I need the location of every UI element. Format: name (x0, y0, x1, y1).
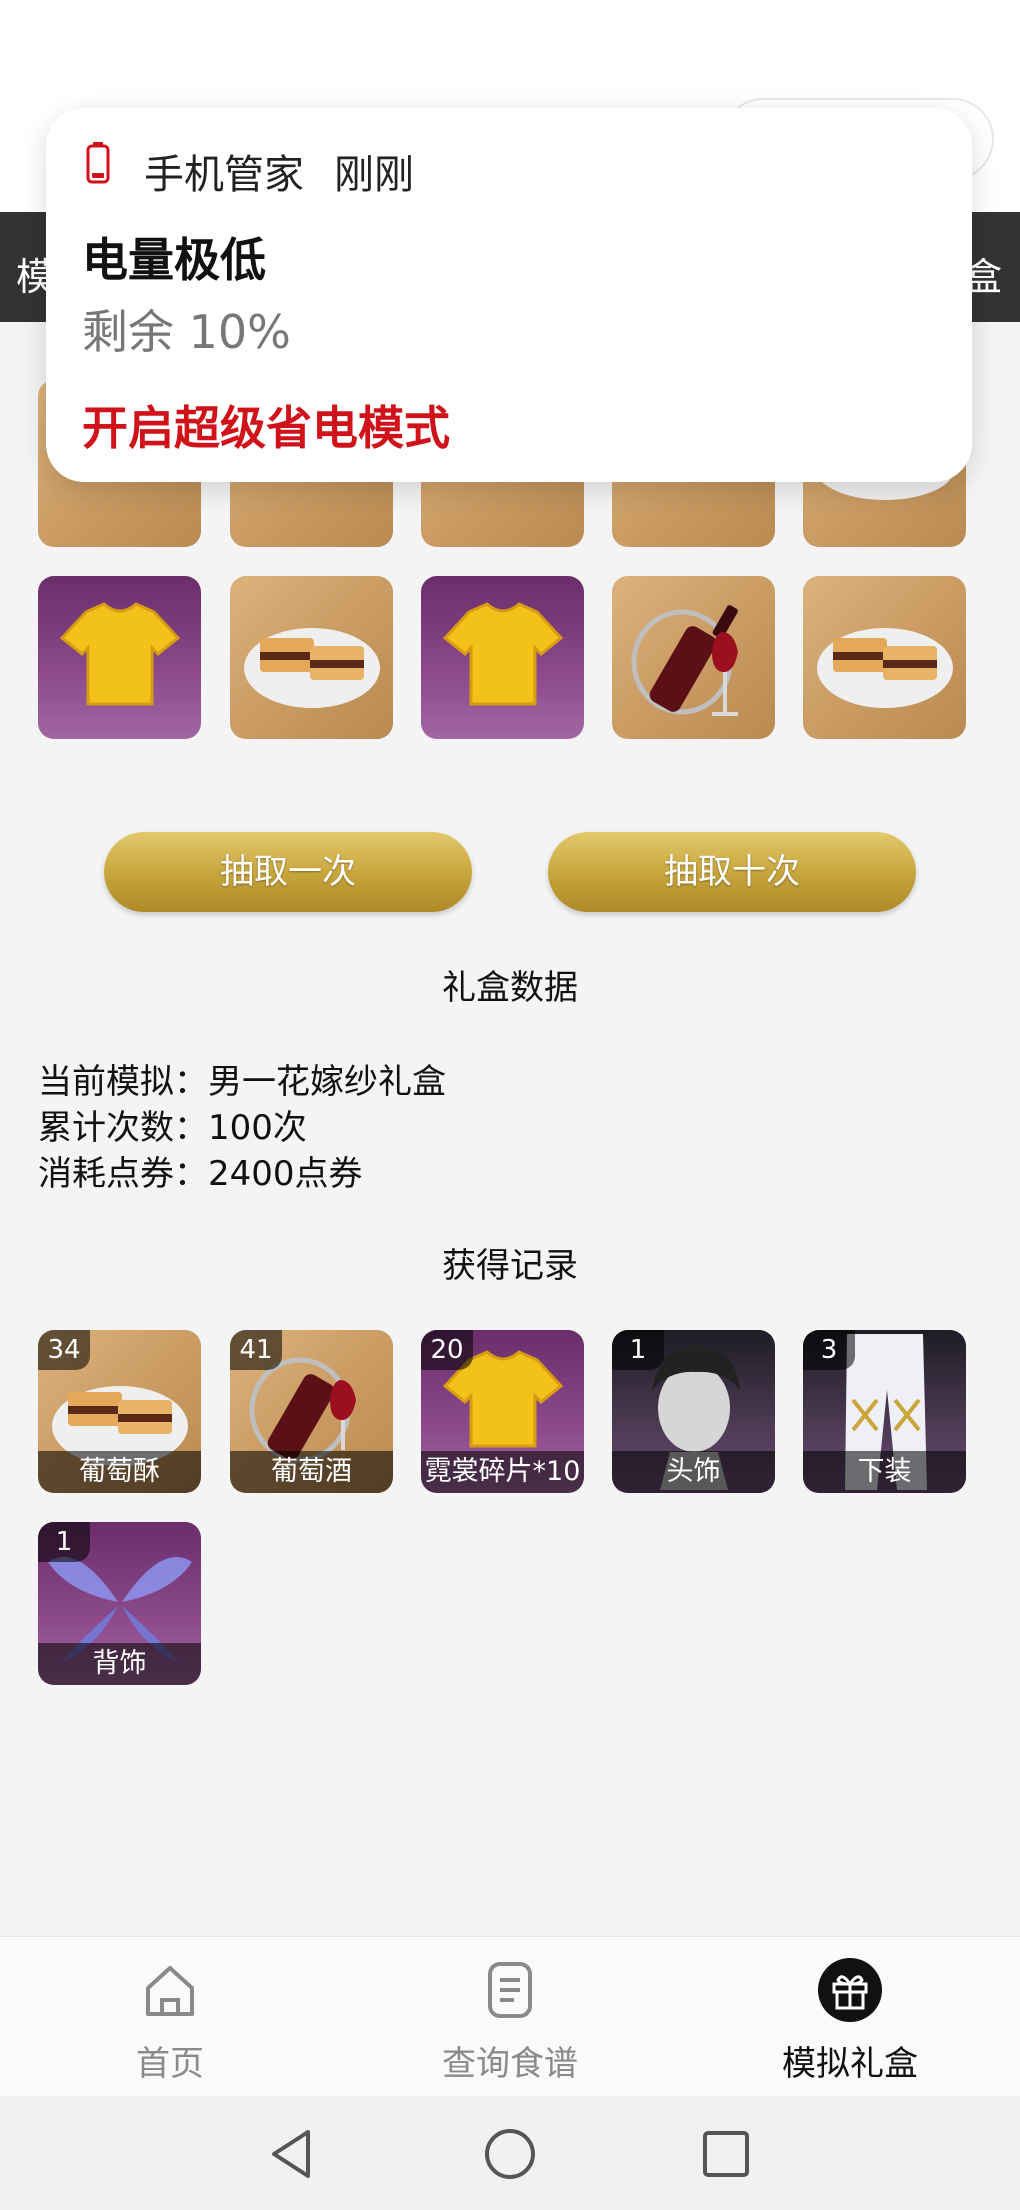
item-count: 20 (421, 1330, 473, 1370)
reward-tile (803, 576, 966, 739)
record-item: 1 背饰 (38, 1522, 201, 1685)
record-item: 3 下装 (803, 1330, 966, 1493)
wine-bottle-icon (631, 605, 738, 716)
box-data-title: 礼盒数据 (442, 968, 578, 1008)
records-title: 获得记录 (442, 1246, 578, 1286)
battery-low-icon (86, 142, 110, 184)
reward-tile (421, 576, 584, 739)
back-icon[interactable] (262, 2124, 322, 2184)
nav-label-recipes: 查询食谱 (442, 2044, 578, 2084)
draw-ten-button[interactable]: 抽取十次 (548, 832, 916, 912)
recents-icon[interactable] (696, 2124, 756, 2184)
home-circle-icon[interactable] (480, 2124, 540, 2184)
current-box-value: 男一花嫁纱礼盒 (208, 1062, 446, 1102)
reward-tile (612, 576, 775, 739)
cost-value: 2400点券 (208, 1154, 363, 1194)
record-item: 20 霓裳碎片*10 (421, 1330, 584, 1493)
record-item: 34 葡萄酥 (38, 1330, 201, 1493)
reward-tile (38, 576, 201, 739)
current-box-row: 当前模拟：男一花嫁纱礼盒 (38, 1054, 446, 1103)
shirt-icon (59, 602, 181, 706)
gift-icon (818, 1958, 882, 2022)
cost-row: 消耗点券：2400点券 (38, 1146, 363, 1195)
draw-once-button[interactable]: 抽取一次 (104, 832, 472, 912)
total-count-label: 累计次数： (38, 1108, 208, 1148)
nav-label-home: 首页 (136, 2044, 204, 2084)
item-name: 背饰 (38, 1643, 201, 1685)
item-name: 下装 (803, 1451, 966, 1493)
cost-label: 消耗点券： (38, 1154, 208, 1194)
cake-icon (817, 628, 953, 708)
record-item: 41 葡萄酒 (230, 1330, 393, 1493)
notification-title: 电量极低 (82, 233, 266, 287)
item-count: 34 (38, 1330, 90, 1370)
power-saving-mode-button[interactable]: 开启超级省电模式 (82, 392, 450, 458)
item-count: 1 (612, 1330, 664, 1370)
nav-item-gift-box[interactable]: 模拟礼盒 (740, 1958, 960, 2085)
nav-item-home[interactable]: 首页 (60, 1958, 280, 2085)
reward-tile (230, 576, 393, 739)
current-box-label: 当前模拟： (38, 1062, 208, 1102)
item-name: 葡萄酥 (38, 1451, 201, 1493)
battery-notification[interactable]: 手机管家 刚刚 电量极低 剩余 10% 开启超级省电模式 (46, 108, 972, 482)
item-count: 1 (38, 1522, 90, 1562)
total-count-row: 累计次数：100次 (38, 1100, 307, 1149)
cake-icon (244, 628, 380, 708)
item-count: 41 (230, 1330, 282, 1370)
item-name: 霓裳碎片*10 (421, 1451, 584, 1493)
item-count: 3 (803, 1330, 855, 1370)
record-item: 1 头饰 (612, 1330, 775, 1493)
notification-time: 刚刚 (334, 152, 414, 198)
notification-app-name: 手机管家 (144, 152, 304, 198)
total-count-value: 100次 (208, 1108, 307, 1148)
nav-item-recipes[interactable]: 查询食谱 (400, 1958, 620, 2085)
nav-label-gift-box: 模拟礼盒 (782, 2044, 918, 2084)
shirt-icon (442, 602, 564, 706)
home-icon (146, 1966, 194, 2016)
notification-body: 剩余 10% (82, 305, 291, 359)
item-name: 头饰 (612, 1451, 775, 1493)
item-name: 葡萄酒 (230, 1451, 393, 1493)
recipe-icon (488, 1962, 532, 2018)
